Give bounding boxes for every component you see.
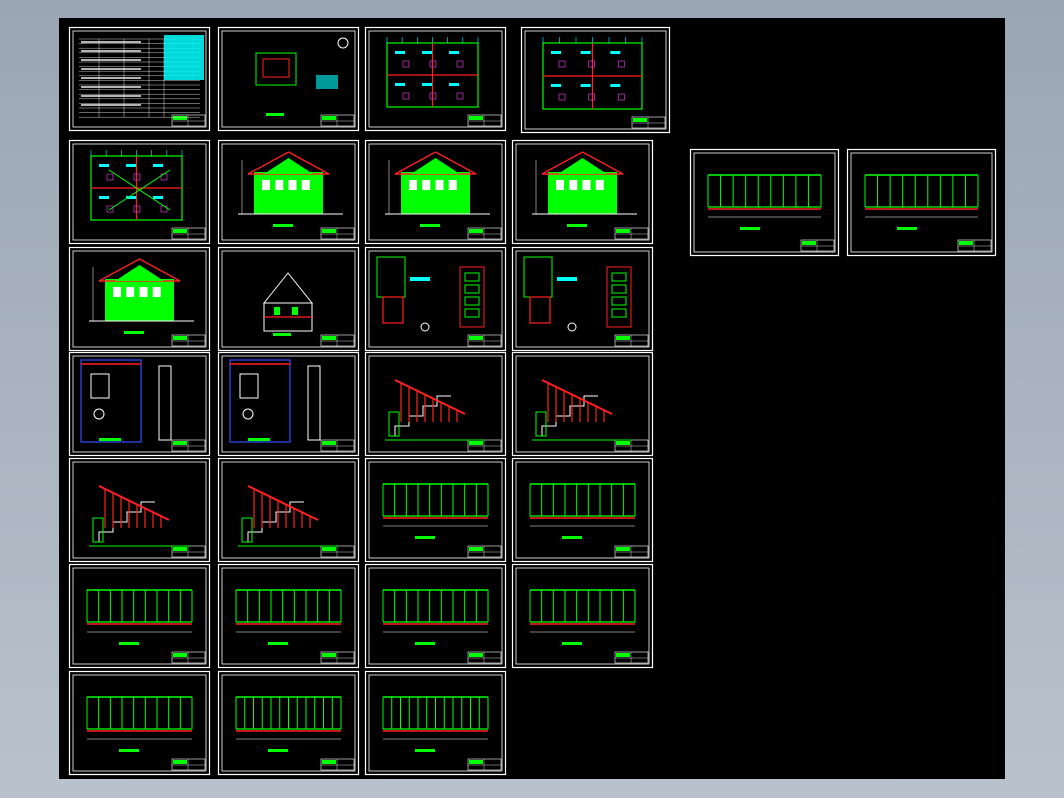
- drawing-sheet-s28[interactable]: [689, 148, 840, 257]
- drawing-sheet-s18[interactable]: [217, 457, 360, 563]
- drawing-sheet-s11[interactable]: [364, 246, 507, 352]
- drawing-sheet-s05[interactable]: [68, 139, 211, 245]
- drawing-sheet-s09[interactable]: [68, 246, 211, 352]
- drawing-sheet-s17[interactable]: [68, 457, 211, 563]
- drawing-sheet-s21[interactable]: [68, 563, 211, 669]
- drawing-sheet-s03[interactable]: [364, 26, 507, 132]
- drawing-sheet-s04[interactable]: [520, 26, 671, 134]
- drawing-sheet-s26[interactable]: [217, 670, 360, 776]
- drawing-sheet-s19[interactable]: [364, 457, 507, 563]
- drawing-sheet-s22[interactable]: [217, 563, 360, 669]
- drawing-sheets: [68, 26, 997, 776]
- drawing-sheet-s02[interactable]: [217, 26, 360, 132]
- drawing-sheet-s01[interactable]: [68, 26, 211, 132]
- drawing-sheet-s14[interactable]: [217, 351, 360, 457]
- drawing-sheet-s27[interactable]: [364, 670, 507, 776]
- drawing-sheet-s25[interactable]: [68, 670, 211, 776]
- drawing-sheet-s08[interactable]: [511, 139, 654, 245]
- drawing-sheet-s06[interactable]: [217, 139, 360, 245]
- drawing-sheet-s10[interactable]: [217, 246, 360, 352]
- drawing-sheet-s16[interactable]: [511, 351, 654, 457]
- drawing-sheet-s20[interactable]: [511, 457, 654, 563]
- drawing-sheet-s24[interactable]: [511, 563, 654, 669]
- drawing-sheet-s15[interactable]: [364, 351, 507, 457]
- drawing-sheet-s07[interactable]: [364, 139, 507, 245]
- drawing-sheet-s13[interactable]: [68, 351, 211, 457]
- drawing-sheet-s29[interactable]: [846, 148, 997, 257]
- drawing-sheet-s23[interactable]: [364, 563, 507, 669]
- drawing-sheet-s12[interactable]: [511, 246, 654, 352]
- cad-model-space[interactable]: [59, 18, 1005, 779]
